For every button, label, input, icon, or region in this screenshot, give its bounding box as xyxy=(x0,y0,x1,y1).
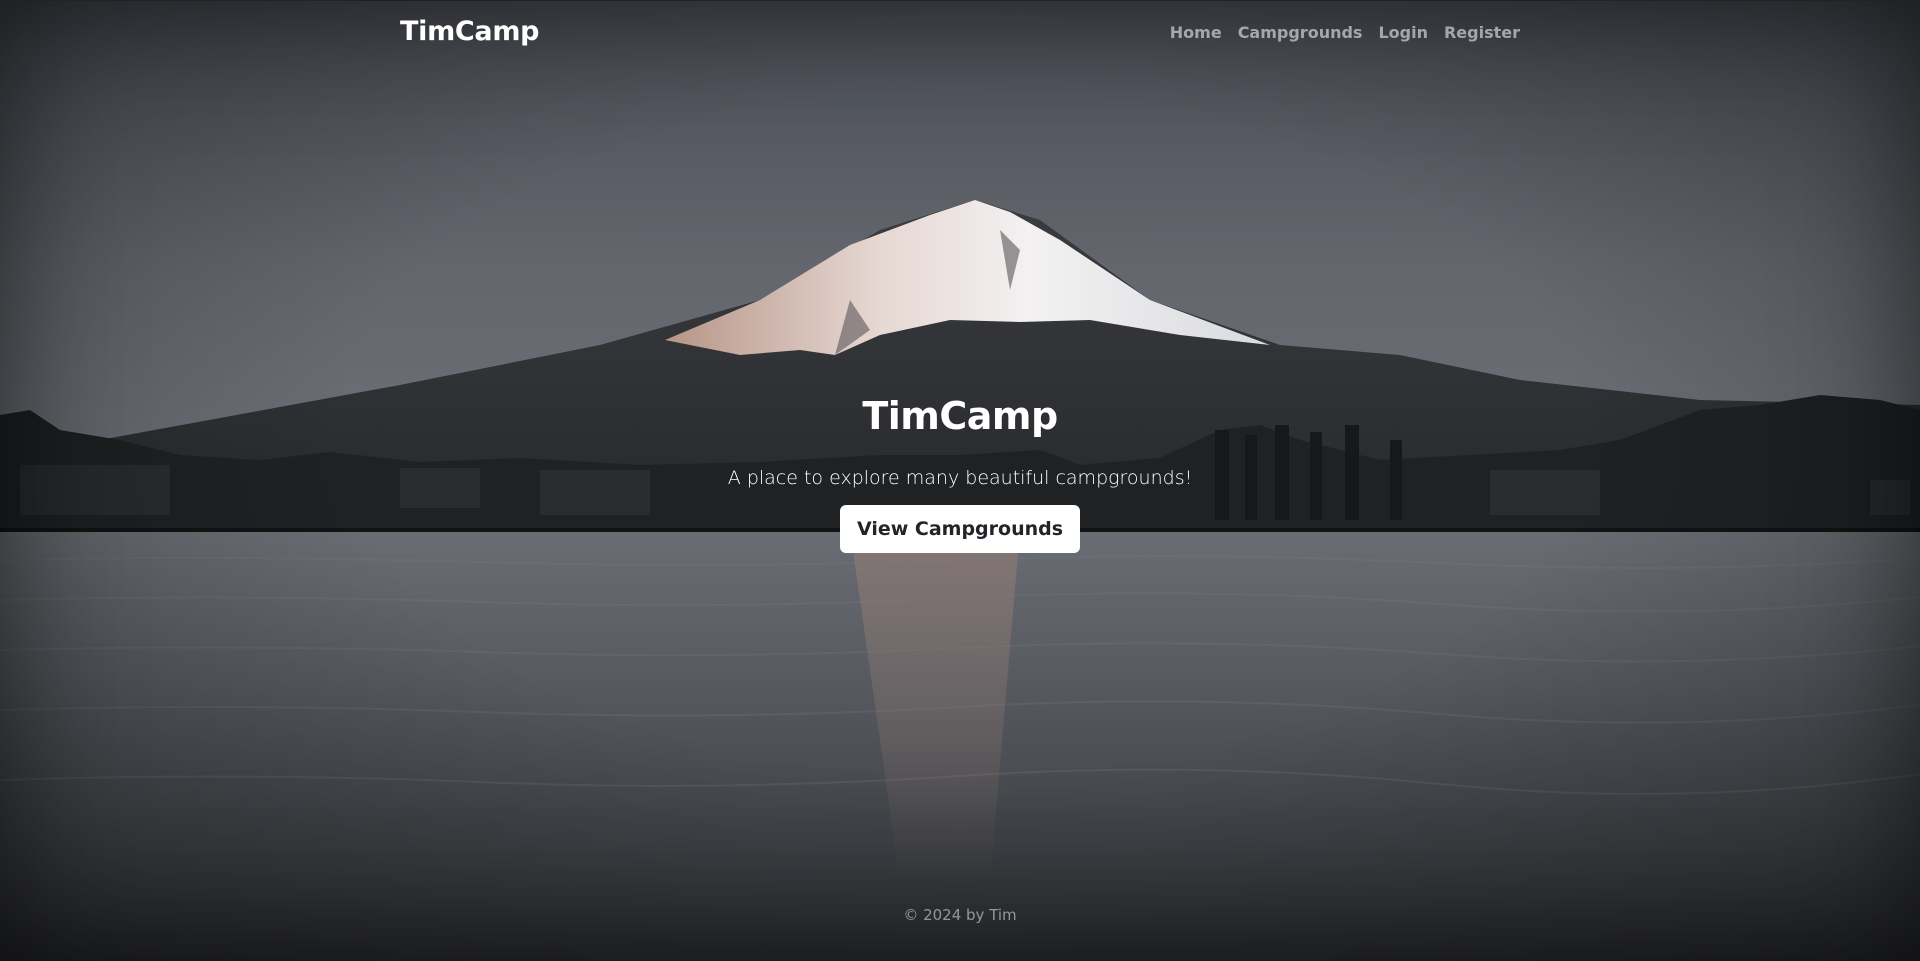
nav-login-link[interactable]: Login xyxy=(1378,23,1428,42)
nav-register-link[interactable]: Register xyxy=(1444,23,1520,42)
nav-links: Home Campgrounds Login Register xyxy=(1170,23,1520,42)
navbar: TimCamp Home Campgrounds Login Register xyxy=(400,0,1520,70)
hero-title: TimCamp xyxy=(862,394,1058,438)
nav-campgrounds-link[interactable]: Campgrounds xyxy=(1238,23,1363,42)
copyright-text: © 2024 by Tim xyxy=(903,906,1017,924)
hero-lead-text: A place to explore many beautiful campgr… xyxy=(727,467,1193,489)
brand-logo[interactable]: TimCamp xyxy=(400,16,540,47)
hero-section: TimCamp A place to explore many beautifu… xyxy=(0,390,1920,553)
footer: © 2024 by Tim xyxy=(0,906,1920,924)
view-campgrounds-button[interactable]: View Campgrounds xyxy=(839,505,1081,553)
nav-home-link[interactable]: Home xyxy=(1170,23,1222,42)
